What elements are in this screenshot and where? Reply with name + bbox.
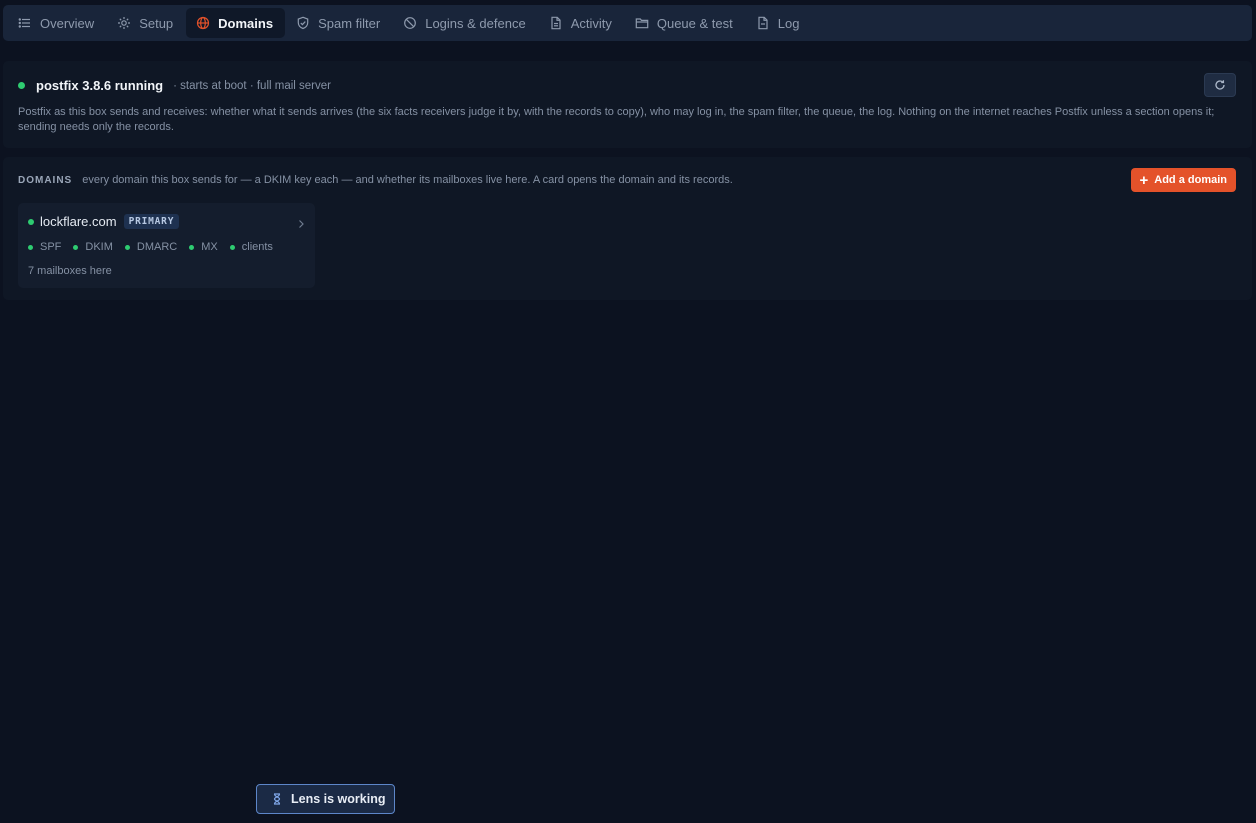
tab-queue-test[interactable]: Queue & test — [625, 8, 745, 38]
domains-panel: DOMAINS every domain this box sends for … — [3, 157, 1252, 300]
tab-overview[interactable]: Overview — [8, 8, 106, 38]
service-status-panel: postfix 3.8.6 running · starts at boot ·… — [3, 61, 1252, 148]
tab-setup[interactable]: Setup — [107, 8, 185, 38]
tab-log[interactable]: Log — [746, 8, 812, 38]
check-spf: SPF — [28, 241, 61, 253]
status-title: postfix 3.8.6 running — [36, 78, 164, 93]
tab-label: Log — [777, 15, 800, 31]
check-dot — [124, 244, 130, 250]
domain-card[interactable]: lockflare.com PRIMARY SPF DKIM DMARC MX … — [18, 203, 315, 288]
add-domain-label: Add a domain — [1154, 174, 1227, 186]
status-subtitle: · starts at boot · full mail server — [173, 79, 331, 92]
domain-card-header: lockflare.com PRIMARY — [28, 214, 180, 229]
shield-icon — [296, 16, 310, 30]
status-line: postfix 3.8.6 running · starts at boot ·… — [18, 78, 331, 93]
globe-icon — [196, 16, 210, 30]
tab-spam-filter[interactable]: Spam filter — [286, 8, 392, 38]
tab-label: Setup — [139, 15, 174, 31]
tab-logins-defence[interactable]: Logins & defence — [393, 8, 537, 38]
tab-label: Domains — [218, 15, 274, 31]
check-dot — [28, 244, 33, 250]
section-label: DOMAINS — [18, 175, 73, 186]
folder-icon — [635, 16, 649, 30]
check-label: MX — [201, 241, 218, 253]
document-icon — [549, 16, 563, 30]
mailbox-count: 7 mailboxes here — [28, 265, 112, 277]
check-dot — [189, 244, 195, 250]
toast-text: Lens is working — [291, 792, 386, 806]
file-icon — [756, 16, 770, 30]
block-icon — [403, 16, 417, 30]
tab-label: Spam filter — [318, 15, 381, 31]
tab-label: Logins & defence — [425, 15, 526, 31]
domain-name: lockflare.com — [40, 214, 117, 229]
domains-header: DOMAINS every domain this box sends for … — [18, 174, 733, 186]
check-dkim: DKIM — [73, 241, 113, 253]
plus-icon: + — [1139, 171, 1149, 189]
tab-label: Queue & test — [656, 15, 733, 31]
check-label: clients — [241, 241, 273, 253]
refresh-icon — [1214, 79, 1226, 91]
check-label: SPF — [40, 241, 62, 253]
check-dmarc: DMARC — [124, 241, 178, 253]
working-toast: Lens is working — [256, 784, 395, 814]
hourglass-icon — [272, 793, 282, 805]
tab-label: Activity — [570, 15, 612, 31]
tab-label: Overview — [40, 15, 95, 31]
primary-badge: PRIMARY — [123, 214, 180, 229]
list-icon — [18, 16, 32, 30]
tab-bar: Overview Setup Domains Spam filter Login… — [3, 5, 1252, 41]
check-dot — [73, 244, 79, 250]
check-dot — [229, 244, 235, 250]
status-dot — [18, 82, 25, 89]
gear-icon — [117, 16, 131, 30]
domain-checks: SPF DKIM DMARC MX clients — [28, 241, 285, 253]
section-description: every domain this box sends for — a DKIM… — [82, 174, 733, 186]
tab-domains[interactable]: Domains — [186, 8, 286, 38]
refresh-button[interactable] — [1204, 73, 1236, 97]
check-label: DMARC — [136, 241, 178, 253]
check-label: DKIM — [85, 241, 113, 253]
status-description: Postfix as this box sends and receives: … — [18, 106, 1215, 133]
chevron-right-icon — [297, 216, 305, 234]
add-domain-button[interactable]: + Add a domain — [1130, 168, 1236, 192]
domain-status-dot — [28, 218, 34, 225]
check-clients: clients — [229, 241, 273, 253]
tab-activity[interactable]: Activity — [539, 8, 624, 38]
check-mx: MX — [189, 241, 218, 253]
